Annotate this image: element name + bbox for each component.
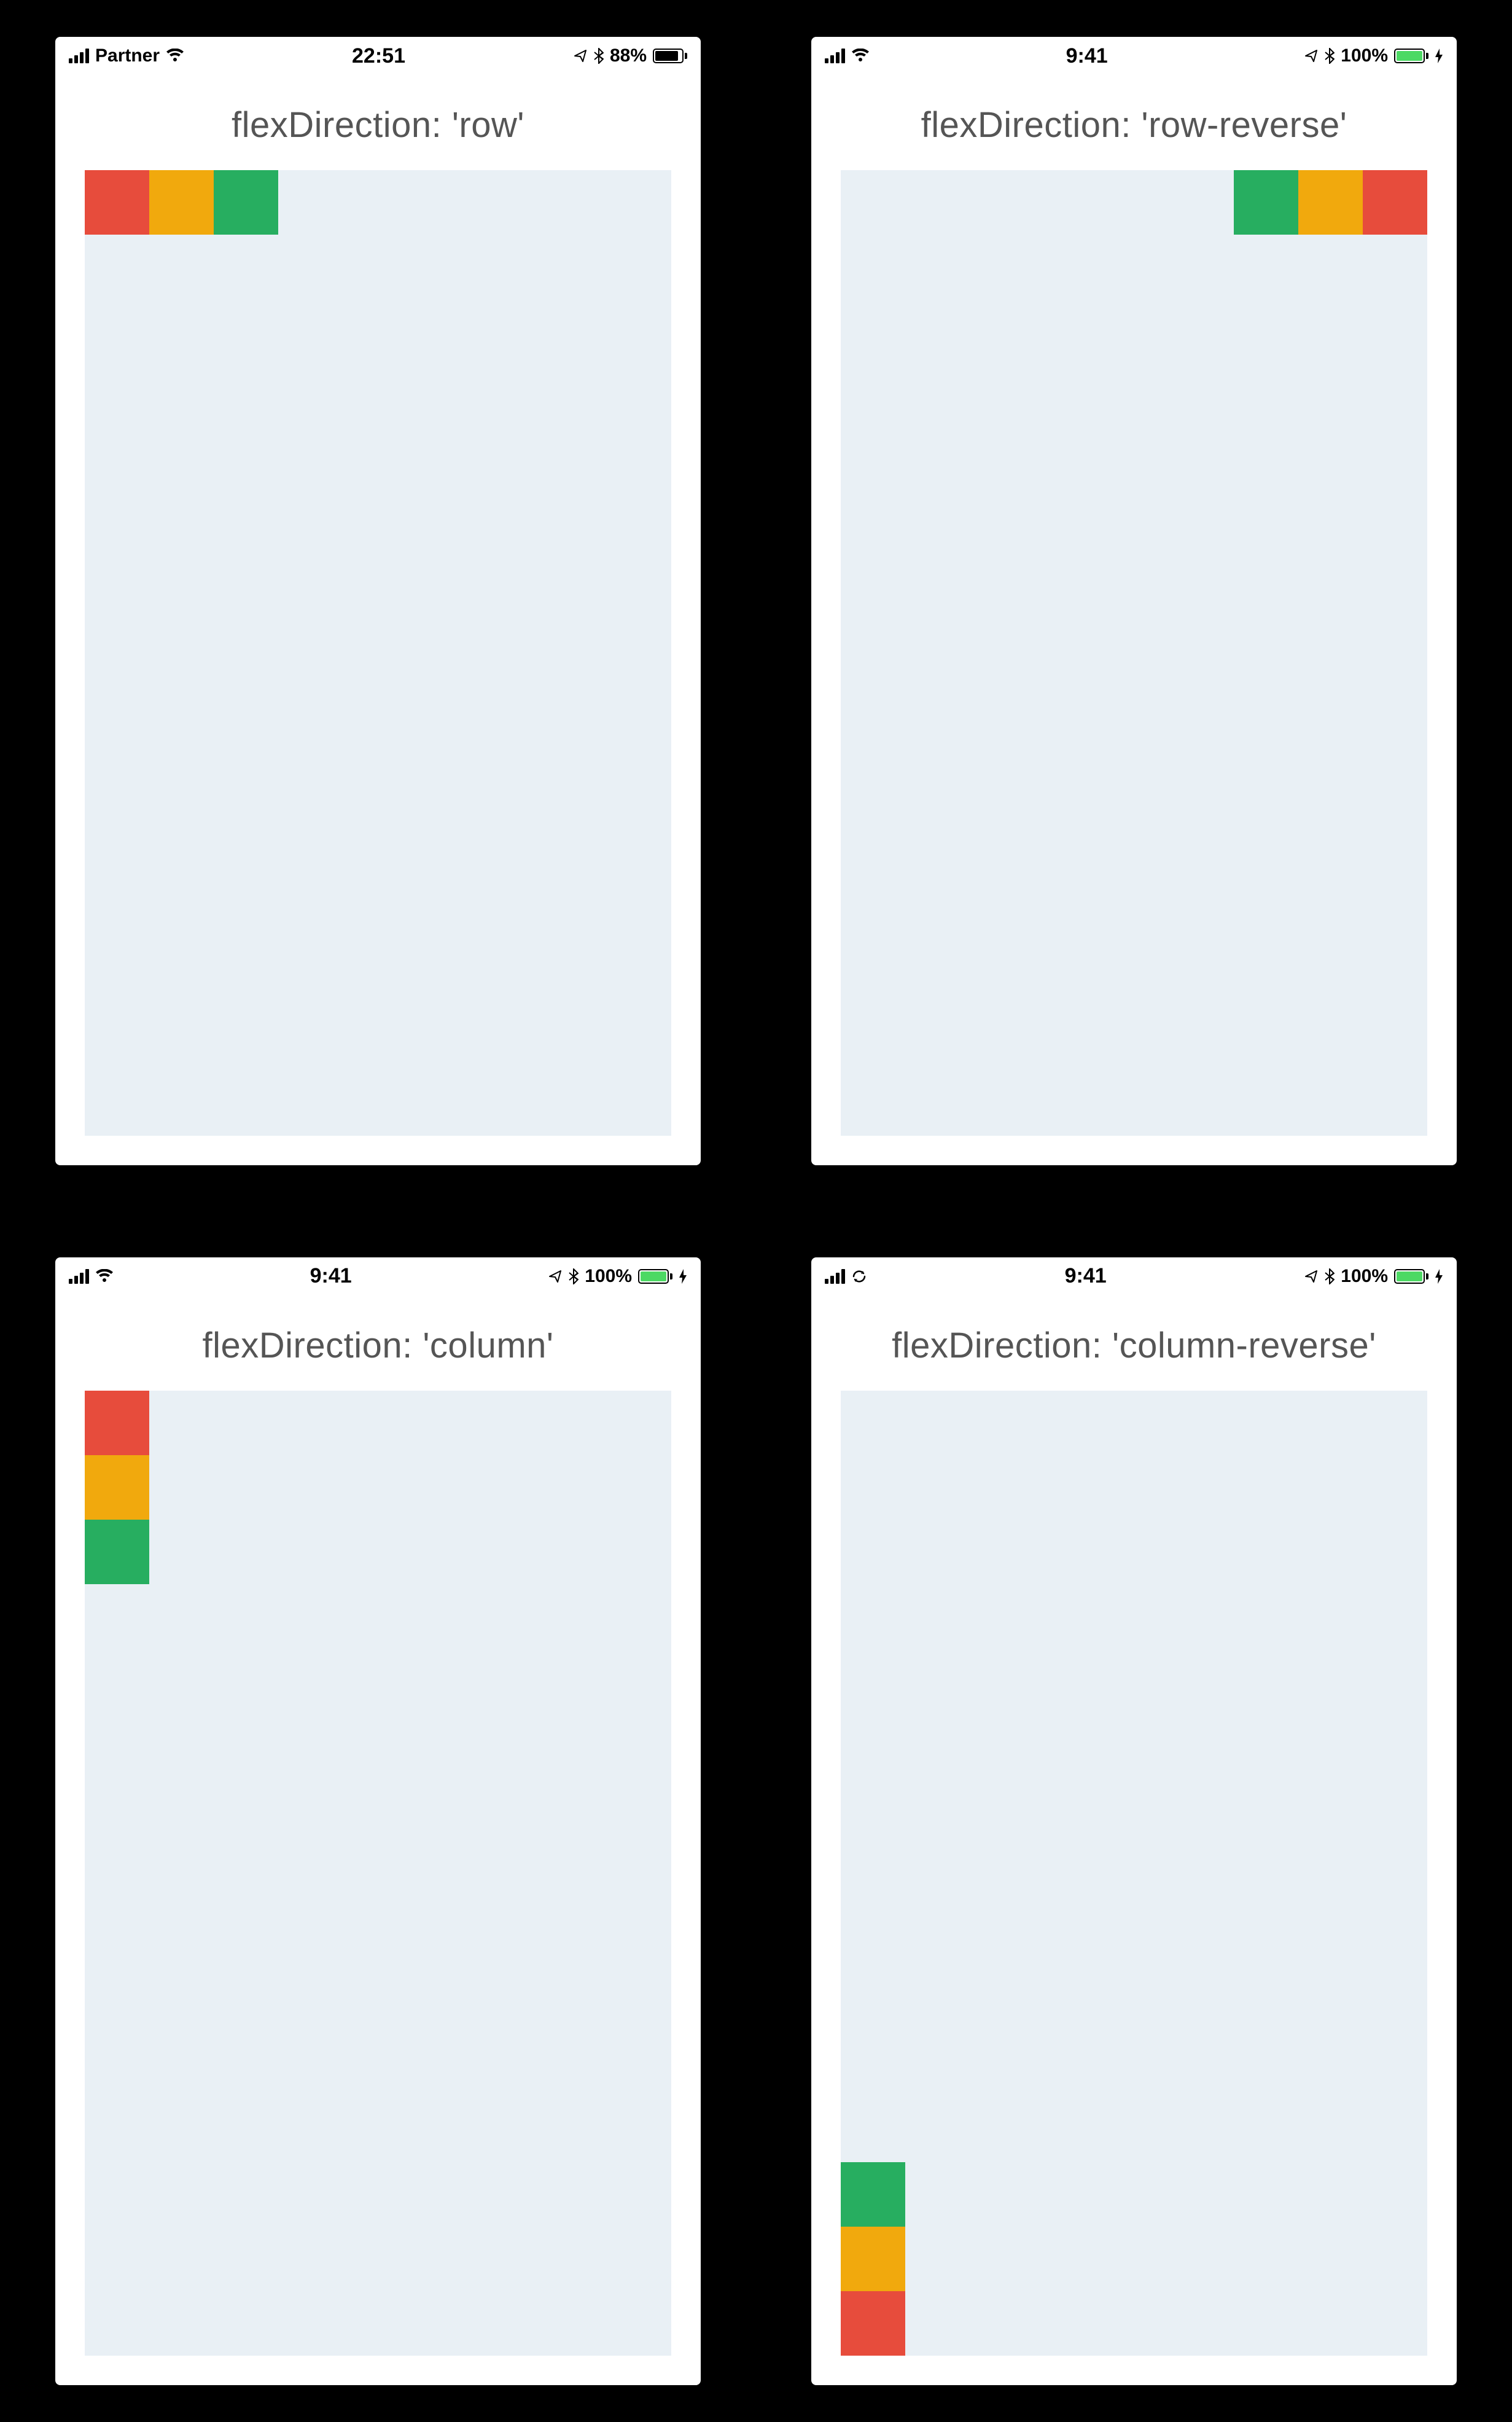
signal-icon (825, 49, 845, 63)
status-right: 100% (1304, 1266, 1443, 1287)
phone-row-reverse: 9:41 100% flexDirection: 'row-reverse' (811, 37, 1457, 1165)
battery-icon (638, 1269, 672, 1284)
box-green (214, 170, 278, 235)
status-time: 22:51 (184, 44, 573, 68)
status-time: 9:41 (867, 1264, 1304, 1288)
bluetooth-icon (569, 1268, 579, 1284)
status-left (825, 49, 870, 63)
bluetooth-icon (1325, 48, 1335, 64)
battery-icon (653, 49, 687, 63)
status-bar: 9:41 100% (55, 1257, 701, 1295)
battery-icon (1394, 1269, 1428, 1284)
sync-icon (851, 1268, 867, 1284)
flex-container (841, 170, 1427, 1136)
battery-percent: 100% (585, 1266, 632, 1287)
signal-icon (69, 49, 89, 63)
flex-container (85, 1391, 671, 2356)
status-left (825, 1268, 867, 1284)
box-red (85, 1391, 149, 1455)
flex-container (841, 1391, 1427, 2356)
charging-icon (1435, 1269, 1443, 1284)
location-icon (548, 1269, 563, 1284)
box-orange (1298, 170, 1363, 235)
carrier-label: Partner (95, 45, 160, 66)
battery-icon (1394, 49, 1428, 63)
phone-column-reverse: 9:41 100% flexDirection: 'column-reverse… (811, 1257, 1457, 2386)
page-title: flexDirection: 'column' (55, 1325, 701, 1366)
box-orange (149, 170, 214, 235)
location-icon (1304, 49, 1319, 63)
box-red (1363, 170, 1427, 235)
box-green (841, 2162, 905, 2227)
signal-icon (825, 1269, 845, 1284)
page-title: flexDirection: 'row-reverse' (811, 104, 1457, 146)
status-right: 88% (573, 45, 687, 66)
charging-icon (1435, 49, 1443, 63)
battery-percent: 100% (1341, 1266, 1388, 1287)
location-icon (1304, 1269, 1319, 1284)
wifi-icon (95, 1269, 114, 1284)
status-bar: Partner 22:51 88% (55, 37, 701, 75)
status-right: 100% (1304, 45, 1443, 66)
flex-container (85, 170, 671, 1136)
phones-grid: Partner 22:51 88% flexDirecti (0, 0, 1512, 2422)
wifi-icon (166, 49, 184, 63)
charging-icon (679, 1269, 687, 1284)
box-green (85, 1520, 149, 1584)
page-title: flexDirection: 'column-reverse' (811, 1325, 1457, 1366)
bluetooth-icon (594, 48, 604, 64)
status-bar: 9:41 100% (811, 37, 1457, 75)
box-green (1234, 170, 1298, 235)
battery-percent: 88% (610, 45, 647, 66)
box-red (85, 170, 149, 235)
phone-row: Partner 22:51 88% flexDirecti (55, 37, 701, 1165)
status-right: 100% (548, 1266, 687, 1287)
status-time: 9:41 (114, 1264, 548, 1288)
location-icon (573, 49, 588, 63)
box-orange (85, 1455, 149, 1520)
wifi-icon (851, 49, 870, 63)
bluetooth-icon (1325, 1268, 1335, 1284)
box-red (841, 2291, 905, 2356)
status-left (69, 1269, 114, 1284)
signal-icon (69, 1269, 89, 1284)
status-bar: 9:41 100% (811, 1257, 1457, 1295)
status-left: Partner (69, 45, 184, 66)
battery-percent: 100% (1341, 45, 1388, 66)
page-title: flexDirection: 'row' (55, 104, 701, 146)
box-orange (841, 2227, 905, 2291)
status-time: 9:41 (870, 44, 1304, 68)
phone-column: 9:41 100% flexDirection: 'column' (55, 1257, 701, 2386)
